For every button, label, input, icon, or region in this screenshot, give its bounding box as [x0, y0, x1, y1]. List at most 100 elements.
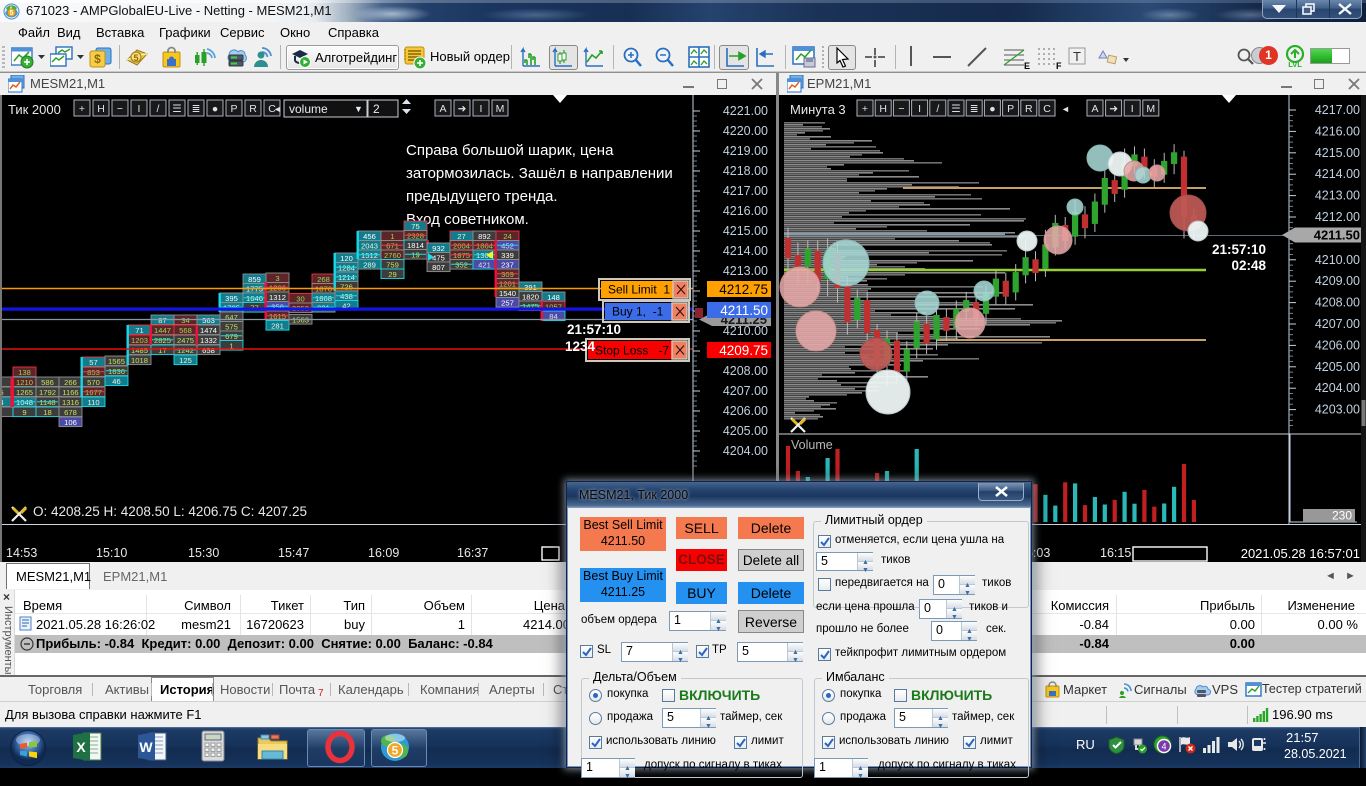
svg-text:4209.00: 4209.00 [1315, 274, 1360, 288]
svg-text:I: I [480, 103, 483, 115]
svg-text:46: 46 [112, 377, 120, 386]
svg-text:21:57:10: 21:57:10 [567, 322, 621, 337]
svg-text:1316: 1316 [62, 398, 79, 407]
svg-text:4214.00: 4214.00 [723, 244, 768, 258]
svg-text:4220.00: 4220.00 [723, 124, 768, 138]
svg-text:2475: 2475 [177, 336, 194, 345]
svg-text:647: 647 [225, 313, 238, 322]
svg-text:4209.75: 4209.75 [719, 343, 768, 358]
svg-text:17: 17 [158, 346, 166, 355]
svg-text:предыдущего тренда.: предыдущего тренда. [406, 188, 558, 205]
svg-text:LVL: LVL [1288, 60, 1302, 68]
svg-text:Buy 1, -1: Buy 1, -1 [612, 305, 664, 319]
svg-text:1814: 1814 [407, 241, 424, 250]
svg-text:4212.75: 4212.75 [719, 282, 768, 297]
svg-text:R: R [249, 103, 257, 115]
svg-text:932: 932 [432, 244, 445, 253]
svg-text:R: R [1025, 103, 1033, 115]
svg-text:5: 5 [10, 10, 14, 17]
svg-text:$: $ [94, 52, 101, 66]
svg-text:4210.00: 4210.00 [1315, 253, 1360, 267]
svg-text:4204.00: 4204.00 [1315, 381, 1360, 395]
svg-text:395: 395 [225, 294, 238, 303]
svg-text:1203: 1203 [131, 336, 148, 345]
svg-text:▼: ▼ [354, 104, 363, 114]
svg-text:H: H [97, 103, 105, 115]
svg-text:30: 30 [296, 294, 304, 303]
svg-text:◄: ◄ [273, 104, 282, 114]
svg-text:892: 892 [478, 232, 491, 241]
svg-text:289: 289 [363, 260, 376, 269]
svg-text:75: 75 [411, 222, 419, 231]
svg-text:volume: volume [289, 102, 328, 116]
svg-text:1792: 1792 [39, 388, 56, 397]
svg-text:4215.00: 4215.00 [723, 224, 768, 238]
svg-text:4205.00: 4205.00 [723, 424, 768, 438]
svg-text:●: ● [989, 103, 995, 115]
svg-text:421: 421 [478, 260, 491, 269]
svg-text:4204.00: 4204.00 [723, 444, 768, 458]
svg-text:16:15: 16:15 [1100, 546, 1131, 560]
svg-text:−: − [117, 103, 123, 115]
svg-text:Sell Limit 1: Sell Limit 1 [608, 283, 670, 297]
svg-text:4: 4 [1161, 742, 1166, 752]
svg-text:1565: 1565 [108, 357, 125, 366]
svg-text:/: / [936, 103, 939, 115]
svg-text:+: + [862, 103, 868, 115]
svg-text:F: F [1056, 61, 1062, 70]
svg-text:T: T [1073, 49, 1081, 64]
svg-text:1540: 1540 [499, 289, 516, 298]
svg-text:120: 120 [340, 254, 353, 263]
svg-text:475: 475 [432, 253, 445, 262]
svg-text:563: 563 [202, 316, 215, 325]
svg-text:5: 5 [392, 744, 399, 758]
svg-text:W: W [139, 739, 153, 755]
svg-text:5: 5 [2, 388, 4, 397]
svg-text:16:37: 16:37 [457, 546, 488, 560]
svg-text:/: / [157, 103, 160, 115]
svg-text:24: 24 [503, 232, 511, 241]
svg-text:4: 4 [2, 398, 4, 407]
svg-text:726: 726 [340, 282, 353, 291]
svg-text:C: C [1043, 103, 1051, 115]
svg-text:3: 3 [275, 274, 279, 283]
svg-text:4206.00: 4206.00 [1315, 338, 1360, 352]
svg-text:02:48: 02:48 [1231, 258, 1266, 273]
svg-text:391: 391 [524, 283, 537, 292]
svg-text:➜: ➜ [1109, 103, 1118, 115]
svg-text:339: 339 [501, 251, 514, 260]
svg-text:P: P [230, 103, 237, 115]
svg-text:Volume: Volume [791, 438, 833, 452]
svg-text:H: H [879, 103, 887, 115]
svg-text:1018: 1018 [131, 356, 148, 365]
svg-text:1265: 1265 [16, 388, 33, 397]
svg-text:575: 575 [225, 322, 238, 331]
svg-text:658: 658 [202, 346, 215, 355]
svg-text:I: I [918, 103, 921, 115]
svg-text:M: M [496, 103, 505, 115]
svg-text:15:47: 15:47 [278, 546, 309, 560]
svg-text:1820: 1820 [522, 292, 539, 301]
svg-text:9: 9 [22, 408, 26, 417]
svg-text:2: 2 [373, 102, 380, 116]
svg-text:15:30: 15:30 [188, 546, 219, 560]
svg-text:➜: ➜ [458, 103, 467, 115]
svg-text:4208.00: 4208.00 [723, 364, 768, 378]
svg-text:678: 678 [64, 408, 77, 417]
svg-text:27: 27 [457, 232, 465, 241]
svg-text:E: E [1024, 61, 1030, 70]
svg-text:87: 87 [158, 316, 166, 325]
svg-text:Тик 2000: Тик 2000 [8, 102, 61, 117]
svg-text:4218.00: 4218.00 [723, 164, 768, 178]
svg-text:4206.00: 4206.00 [723, 404, 768, 418]
svg-text:268: 268 [317, 275, 330, 284]
svg-text:1485: 1485 [131, 346, 148, 355]
svg-text:4214.00: 4214.00 [1315, 167, 1360, 181]
svg-text:34: 34 [181, 316, 189, 325]
svg-text:1474: 1474 [200, 326, 217, 335]
svg-text:570: 570 [87, 378, 100, 387]
svg-text:148: 148 [547, 293, 560, 302]
svg-text:A: A [439, 103, 446, 115]
svg-text:1312: 1312 [269, 293, 286, 302]
svg-text:4215.00: 4215.00 [1315, 146, 1360, 160]
